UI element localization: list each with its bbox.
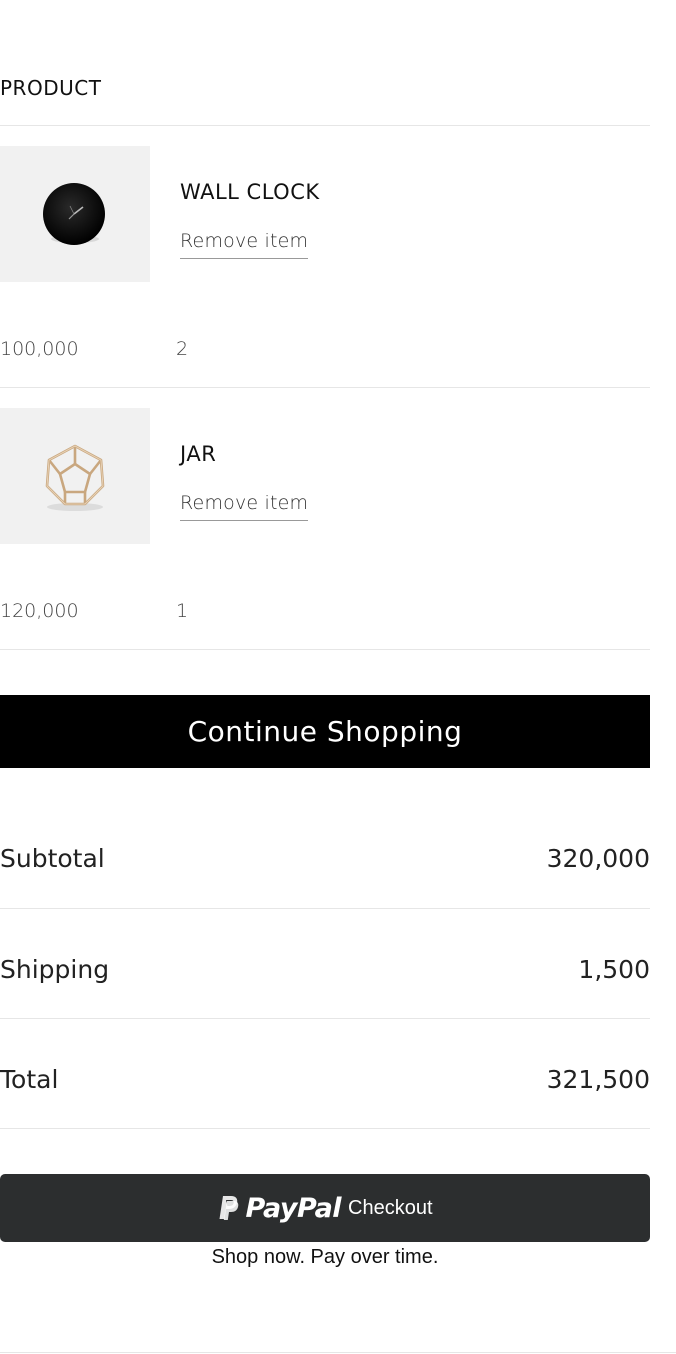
- item-name: WALL CLOCK: [180, 180, 320, 204]
- item-name: JAR: [180, 442, 217, 466]
- divider: [0, 649, 650, 650]
- divider: [0, 1018, 650, 1019]
- item-quantity: 2: [176, 338, 189, 360]
- shipping-row: Shipping 1,500: [0, 955, 650, 995]
- subtotal-value: 320,000: [546, 844, 650, 873]
- paypal-brand: PayPal: [245, 1192, 342, 1224]
- item-quantity: 1: [176, 600, 189, 622]
- divider: [0, 125, 650, 126]
- divider: [0, 387, 650, 388]
- total-label: Total: [0, 1065, 59, 1094]
- paypal-checkout-label: Checkout: [348, 1196, 433, 1219]
- continue-shopping-button[interactable]: Continue Shopping: [0, 695, 650, 768]
- total-row: Total 321,500: [0, 1065, 650, 1105]
- wall-clock-icon: [43, 183, 105, 245]
- paypal-checkout-button[interactable]: PayPal Checkout: [0, 1174, 650, 1242]
- total-value: 321,500: [546, 1065, 650, 1094]
- paypal-tagline: Shop now. Pay over time.: [211, 1246, 439, 1268]
- divider: [0, 1352, 676, 1353]
- divider: [0, 908, 650, 909]
- cart-item: WALL CLOCK Remove item 100,000 2: [0, 146, 650, 408]
- product-column-header: PRODUCT: [0, 76, 102, 100]
- item-price: 100,000: [0, 338, 79, 360]
- shipping-label: Shipping: [0, 955, 110, 984]
- divider: [0, 1128, 650, 1129]
- shipping-value: 1,500: [578, 955, 650, 984]
- subtotal-row: Subtotal 320,000: [0, 844, 650, 884]
- geometric-jar-icon: [45, 444, 105, 511]
- wall-clock-image[interactable]: [0, 146, 150, 282]
- geometric-jar-image[interactable]: [0, 408, 150, 544]
- paypal-logo-icon: [219, 1196, 239, 1220]
- remove-item-link[interactable]: Remove item: [180, 492, 309, 521]
- cart-item: JAR Remove item 120,000 1: [0, 408, 650, 670]
- item-price: 120,000: [0, 600, 79, 622]
- subtotal-label: Subtotal: [0, 844, 105, 873]
- remove-item-link[interactable]: Remove item: [180, 230, 309, 259]
